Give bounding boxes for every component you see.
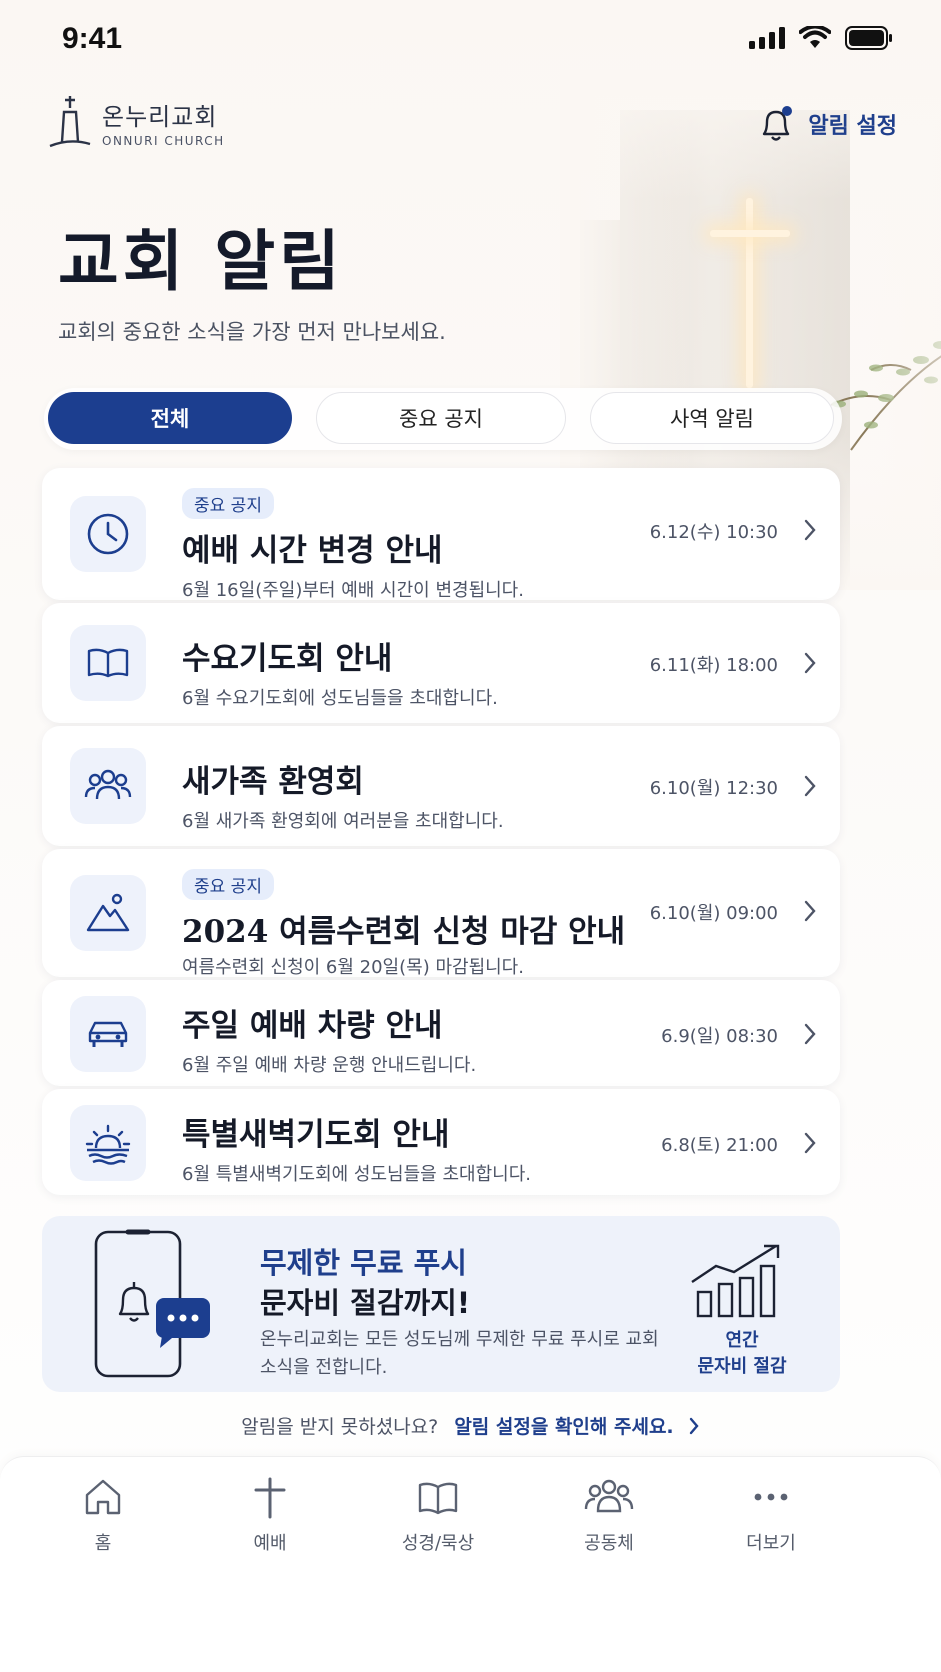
promo-body: 온누리교회는 모든 성도님께 무제한 무료 푸시로 교회 소식을 전합니다. (260, 1329, 659, 1378)
wifi-icon (799, 26, 831, 48)
status-bar: 9:41 (0, 0, 941, 76)
nav-bible[interactable]: 성경/묵상 (378, 1475, 498, 1555)
people-icon (84, 769, 132, 800)
promo-headline: 무제한 무료 푸시 (260, 1246, 467, 1280)
nav-home[interactable]: 홈 (43, 1475, 163, 1555)
cross-icon (254, 1477, 286, 1519)
notice-description: 여름수련회 신청이 6월 20일(목) 마감됩니다. (182, 957, 524, 978)
nav-worship[interactable]: 예배 (210, 1475, 330, 1555)
notice-item[interactable]: 중요 공지 2024 여름수련회 신청 마감 안내 여름수련회 신청이 6월 2… (42, 849, 840, 978)
nav-label: 공동체 (584, 1533, 634, 1554)
notice-description: 6월 주일 예배 차량 운행 안내드립니다. (182, 1055, 477, 1076)
notice-item[interactable]: 새가족 환영회 6월 새가족 환영회에 여러분을 초대합니다. 6.10(월) … (42, 726, 840, 846)
chevron-right-icon[interactable] (688, 1416, 700, 1436)
notice-title: 2024 여름수련회 신청 마감 안내 (182, 914, 626, 950)
notice-date: 6.11(화) 18:00 (649, 655, 778, 676)
notice-title: 특별새벽기도회 안내 (182, 1117, 450, 1153)
notice-title: 새가족 환영회 (182, 764, 364, 800)
home-icon (85, 1479, 121, 1515)
chevron-right-icon (804, 900, 816, 922)
notice-list: 중요 공지 예배 시간 변경 안내 6월 16일(주일)부터 예배 시간이 변경… (42, 468, 840, 1198)
chevron-right-icon (804, 652, 816, 674)
important-badge: 중요 공지 (182, 488, 274, 519)
nav-community[interactable]: 공동체 (549, 1475, 669, 1555)
book-icon (87, 648, 129, 678)
chevron-right-icon (804, 775, 816, 797)
notice-item[interactable]: 주일 예배 차량 안내 6월 주일 예배 차량 운행 안내드립니다. 6.9(일… (42, 980, 840, 1086)
tab-all[interactable]: 전체 (48, 392, 292, 444)
important-badge: 중요 공지 (182, 869, 274, 900)
promo-headline-2: 문자비 절감까지! (260, 1286, 471, 1320)
more-icon (754, 1493, 788, 1501)
alarm-settings-button[interactable]: 알림 설정 (756, 104, 897, 144)
alarm-settings-label: 알림 설정 (808, 114, 897, 139)
help-link[interactable]: 알림 설정을 확인해 주세요. (454, 1416, 673, 1438)
notice-title: 주일 예배 차량 안내 (182, 1008, 443, 1044)
notice-title: 예배 시간 변경 안내 (182, 533, 443, 569)
notice-description: 6월 새가족 환영회에 여러분을 초대합니다. (182, 811, 504, 832)
page-subtitle: 교회의 중요한 소식을 가장 먼저 만나보세요. (58, 320, 446, 344)
notice-date: 6.8(토) 21:00 (661, 1135, 778, 1156)
notice-item[interactable]: 수요기도회 안내 6월 수요기도회에 성도님들을 초대합니다. 6.11(화) … (42, 603, 840, 723)
notice-date: 6.12(수) 10:30 (649, 522, 778, 543)
phone-notification-icon (94, 1229, 210, 1378)
sunrise-icon (85, 1124, 131, 1165)
chart-growth-icon (691, 1244, 780, 1318)
cellular-signal-icon (749, 27, 785, 49)
tab-ministry-alerts[interactable]: 사역 알림 (590, 392, 834, 444)
notice-date: 6.10(월) 09:00 (649, 903, 778, 924)
chevron-right-icon (804, 1023, 816, 1045)
bell-icon (763, 106, 793, 141)
clock-icon (87, 513, 129, 555)
nav-label: 홈 (94, 1533, 112, 1554)
notice-description: 6월 16일(주일)부터 예배 시간이 변경됩니다. (182, 580, 524, 601)
church-logo[interactable]: 온누리교회 ONNURI CHURCH (48, 94, 225, 150)
notice-date: 6.9(일) 08:30 (661, 1026, 778, 1047)
bottom-navigation: 홈 예배 성경/묵상 공동체 더보기 (0, 1456, 941, 1672)
notice-item[interactable]: 특별새벽기도회 안내 6월 특별새벽기도회에 성도님들을 초대합니다. 6.8(… (42, 1089, 840, 1195)
nav-label: 성경/묵상 (401, 1533, 475, 1554)
notice-description: 6월 특별새벽기도회에 성도님들을 초대합니다. (182, 1164, 531, 1185)
car-icon (88, 1021, 128, 1047)
chevron-right-icon (804, 519, 816, 541)
mountain-icon (86, 893, 130, 932)
nav-label: 더보기 (746, 1533, 796, 1554)
notice-title: 수요기도회 안내 (182, 641, 393, 677)
logo-text-korean: 온누리교회 (102, 102, 218, 131)
nav-more[interactable]: 더보기 (711, 1475, 831, 1555)
notice-description: 6월 수요기도회에 성도님들을 초대합니다. (182, 688, 498, 709)
screen: 9:41 온누리교회 ONNURI CHURCH 알림 설정 교회 알림 교회의… (0, 0, 941, 1672)
chevron-right-icon (804, 1132, 816, 1154)
nav-label: 예배 (253, 1533, 287, 1554)
push-promo-banner: 무제한 무료 푸시 문자비 절감까지! 온누리교회는 모든 성도님께 무제한 무… (42, 1216, 840, 1392)
promo-stat-line1: 연간 (725, 1330, 759, 1351)
page-title: 교회 알림 (58, 222, 344, 300)
notice-date: 6.10(월) 12:30 (649, 778, 778, 799)
logo-text-english: ONNURI CHURCH (102, 133, 225, 148)
help-row: 알림을 받지 못하셨나요? 알림 설정을 확인해 주세요. (0, 1412, 941, 1439)
bible-icon (418, 1482, 458, 1515)
battery-icon (845, 26, 892, 50)
church-logo-icon (49, 96, 91, 148)
community-icon (584, 1479, 634, 1513)
notice-item[interactable]: 중요 공지 예배 시간 변경 안내 6월 16일(주일)부터 예배 시간이 변경… (42, 468, 840, 601)
promo-stat-line2: 문자비 절감 (697, 1356, 787, 1377)
tab-important-notice[interactable]: 중요 공지 (316, 392, 566, 444)
status-time: 9:41 (62, 22, 123, 55)
filter-tabs: 전체 중요 공지 사역 알림 (44, 388, 842, 450)
help-question: 알림을 받지 못하셨나요? (241, 1416, 439, 1438)
